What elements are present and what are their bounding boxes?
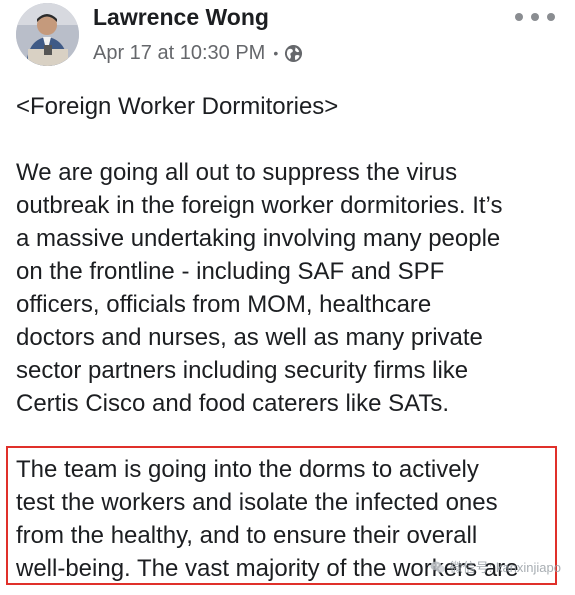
meta-separator: • (273, 45, 279, 61)
text-line: officers, officials from MOM, healthcare (16, 291, 432, 318)
facebook-post: Lawrence Wong Apr 17 at 10:30 PM • <Fore… (0, 0, 575, 595)
post-heading: <Foreign Worker Dormitories> (16, 93, 339, 120)
post-paragraph-1: We are going all out to suppress the vir… (16, 156, 561, 420)
more-options-button[interactable] (515, 6, 555, 28)
more-options-icon (515, 13, 523, 21)
author-name[interactable]: Lawrence Wong (93, 4, 269, 31)
text-line: Certis Cisco and food caterers like SATs… (16, 390, 450, 417)
avatar-image (16, 3, 79, 66)
wechat-icon (430, 561, 445, 573)
globe-icon[interactable] (284, 44, 303, 63)
post-meta: Apr 17 at 10:30 PM • (93, 40, 303, 66)
text-line: sector partners including security firms… (16, 357, 469, 384)
text-line: outbreak in the foreign worker dormitori… (16, 192, 503, 219)
post-timestamp[interactable]: Apr 17 at 10:30 PM (93, 42, 265, 65)
watermark-text: 微信号: kanxinjiapo (449, 560, 561, 575)
text-line: We are going all out to suppress the vir… (16, 159, 458, 186)
text-line: doctors and nurses, as well as many priv… (16, 324, 483, 351)
watermark: 微信号: kanxinjiapo (430, 557, 561, 576)
text-line: on the frontline - including SAF and SPF (16, 258, 445, 285)
text-line: a massive undertaking involving many peo… (16, 225, 501, 252)
avatar[interactable] (16, 3, 79, 66)
